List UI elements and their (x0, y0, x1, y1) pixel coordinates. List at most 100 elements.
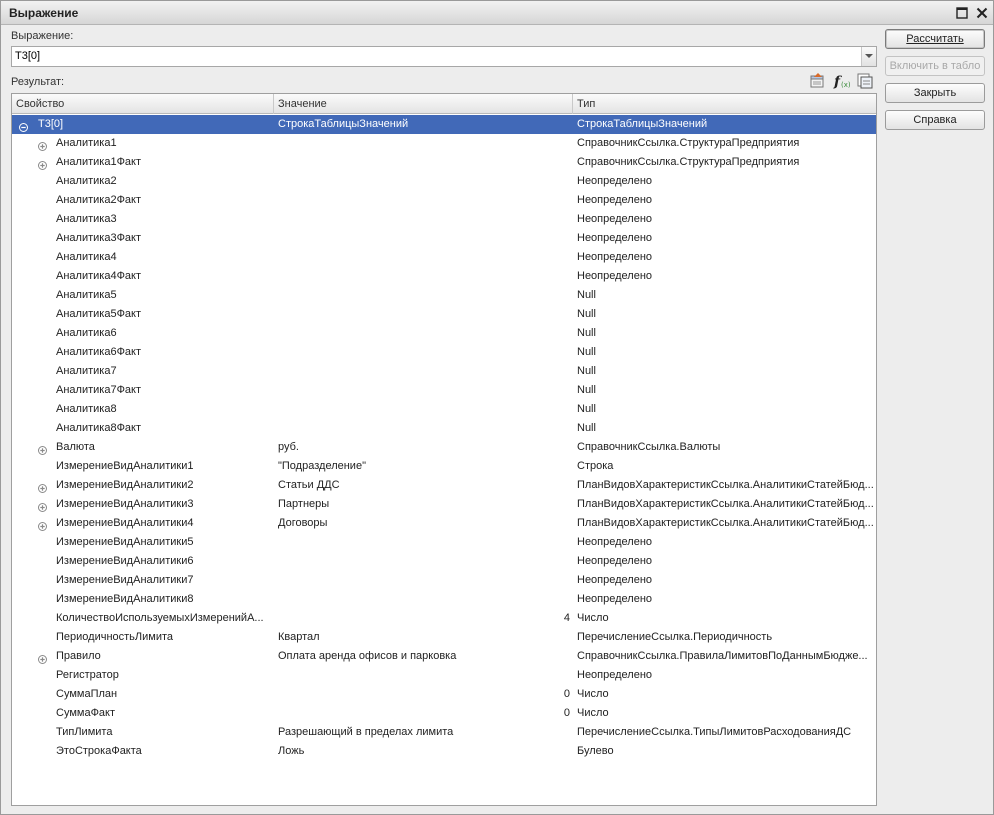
table-row[interactable]: Аналитика7 Null (12, 362, 876, 381)
table-row[interactable]: Аналитика7Факт Null (12, 381, 876, 400)
cell-type: Булево (577, 745, 614, 757)
cell-type: Неопределено (577, 593, 653, 605)
table-row[interactable]: Аналитика6 Null (12, 324, 876, 343)
table-row[interactable]: КоличествоИспользуемыхИзмеренийА... 4 Числ… (12, 609, 876, 628)
expression-dropdown-button[interactable] (861, 47, 876, 66)
table-row[interactable]: Аналитика5Факт Null (12, 305, 876, 324)
cell-value (278, 305, 568, 324)
table-row[interactable]: Аналитика3Факт Неопределено (12, 229, 876, 248)
cell-value (278, 153, 568, 172)
close-icon[interactable] (974, 5, 990, 21)
table-row[interactable]: Аналитика6Факт Null (12, 343, 876, 362)
cell-property: ЭтоСтрокаФакта (56, 745, 142, 757)
include-in-board-button[interactable]: Включить в табло (885, 56, 985, 76)
cell-value: Оплата аренда офисов и парковка (278, 650, 457, 662)
cell-type: Неопределено (577, 251, 653, 263)
cell-type: СправочникСсылка.СтруктураПредприятия (577, 156, 800, 168)
expand-icon[interactable] (38, 652, 47, 664)
collapse-icon[interactable] (19, 120, 28, 132)
table-row[interactable]: ИзмерениеВидАналитики3 Партнеры ПланВидовХ… (12, 495, 876, 514)
cell-property: Аналитика1 (56, 137, 117, 149)
table-row[interactable]: Валюта руб. СправочникСсылка.Валюты (12, 438, 876, 457)
table-row[interactable]: ИзмерениеВидАналитики4 Договоры ПланВидовХ… (12, 514, 876, 533)
column-header-property[interactable]: Свойство (12, 94, 274, 114)
expression-value[interactable]: Т3[0] (15, 50, 40, 62)
table-row[interactable]: Т3[0] СтрокаТаблицыЗначений СтрокаТаблицыЗ… (12, 115, 876, 134)
cell-type: Неопределено (577, 232, 653, 244)
cell-value (278, 172, 568, 191)
cell-type: Null (577, 384, 596, 396)
table-row[interactable]: ИзмерениеВидАналитики6 Неопределено (12, 552, 876, 571)
cell-type: Null (577, 365, 596, 377)
expand-icon[interactable] (38, 519, 47, 531)
expand-icon[interactable] (38, 158, 47, 170)
table-row[interactable]: Правило Оплата аренда офисов и парковка Сп… (12, 647, 876, 666)
cell-property: ИзмерениеВидАналитики7 (56, 574, 194, 586)
cell-value (278, 229, 568, 248)
table-row[interactable]: Аналитика1Факт СправочникСсылка.Структура… (12, 153, 876, 172)
table-row[interactable]: Аналитика8Факт Null (12, 419, 876, 438)
table-header: Свойство Значение Тип (12, 94, 876, 114)
cell-value (278, 419, 568, 438)
table-row[interactable]: ИзмерениеВидАналитики2 Статьи ДДС ПланВидо… (12, 476, 876, 495)
table-row[interactable]: Аналитика1 СправочникСсылка.СтруктураПред… (12, 134, 876, 153)
table-row[interactable]: Аналитика8 Null (12, 400, 876, 419)
table-view-icon[interactable] (856, 72, 874, 90)
table-row[interactable]: ИзмерениеВидАналитики7 Неопределено (12, 571, 876, 590)
cell-type: Неопределено (577, 574, 653, 586)
result-table[interactable]: Свойство Значение Тип Т3[0] СтрокаТаблицы… (11, 93, 877, 806)
column-header-value[interactable]: Значение (274, 94, 573, 114)
expand-icon[interactable] (38, 139, 47, 151)
column-header-type[interactable]: Тип (573, 94, 876, 114)
expand-icon[interactable] (38, 443, 47, 455)
cell-type: ПеречислениеСсылка.ТипыЛимитовРасходован… (577, 726, 852, 738)
expand-properties-icon[interactable] (809, 72, 827, 90)
maximize-icon[interactable] (954, 5, 970, 21)
cell-type: СправочникСсылка.ПравилаЛимитовПоДаннымБ… (577, 650, 868, 662)
cell-property: Аналитика8Факт (56, 422, 142, 434)
table-row[interactable]: Аналитика2Факт Неопределено (12, 191, 876, 210)
table-row[interactable]: СуммаФакт 0 Число (12, 704, 876, 723)
table-row[interactable]: Аналитика3 Неопределено (12, 210, 876, 229)
cell-value (278, 134, 568, 153)
expand-icon[interactable] (38, 481, 47, 493)
cell-value: 0 (563, 707, 570, 719)
table-row[interactable]: Аналитика2 Неопределено (12, 172, 876, 191)
expression-window: Выражение Выражение: Т3[0] Результат: f … (0, 0, 994, 815)
table-row[interactable]: СуммаПлан 0 Число (12, 685, 876, 704)
cell-value: Договоры (278, 517, 328, 529)
table-row[interactable]: Регистратор Неопределено (12, 666, 876, 685)
cell-type: Неопределено (577, 175, 653, 187)
table-row[interactable]: ИзмерениеВидАналитики8 Неопределено (12, 590, 876, 609)
table-row[interactable]: Аналитика5 Null (12, 286, 876, 305)
expand-icon[interactable] (38, 500, 47, 512)
cell-property: Аналитика3 (56, 213, 117, 225)
cell-value (278, 552, 568, 571)
table-row[interactable]: ПериодичностьЛимита Квартал ПеречислениеСс… (12, 628, 876, 647)
cell-value: Ложь (278, 745, 305, 757)
table-row[interactable]: ИзмерениеВидАналитики1 "Подразделение" Стр… (12, 457, 876, 476)
cell-property: Аналитика6Факт (56, 346, 142, 358)
cell-type: Null (577, 289, 596, 301)
cell-property: КоличествоИспользуемыхИзмеренийА... (56, 612, 264, 624)
help-button[interactable]: Справка (885, 110, 985, 130)
function-icon[interactable]: f (x) (833, 72, 851, 90)
table-row[interactable]: ЭтоСтрокаФакта Ложь Булево (12, 742, 876, 761)
cell-value (278, 343, 568, 362)
expression-input[interactable]: Т3[0] (11, 46, 877, 67)
table-row[interactable]: ИзмерениеВидАналитики5 Неопределено (12, 533, 876, 552)
cell-value: 0 (563, 688, 570, 700)
calculate-button[interactable]: Рассчитать (885, 29, 985, 49)
table-row[interactable]: Аналитика4 Неопределено (12, 248, 876, 267)
cell-type: СправочникСсылка.Валюты (577, 441, 721, 453)
cell-value (278, 210, 568, 229)
close-button[interactable]: Закрыть (885, 83, 985, 103)
table-row[interactable]: ТипЛимита Разрешающий в пределах лимита Пе… (12, 723, 876, 742)
cell-type: Число (577, 612, 609, 624)
chevron-down-icon (865, 54, 873, 58)
cell-value (278, 362, 568, 381)
cell-value (278, 286, 568, 305)
cell-property: Аналитика2 (56, 175, 117, 187)
cell-value (278, 533, 568, 552)
table-row[interactable]: Аналитика4Факт Неопределено (12, 267, 876, 286)
